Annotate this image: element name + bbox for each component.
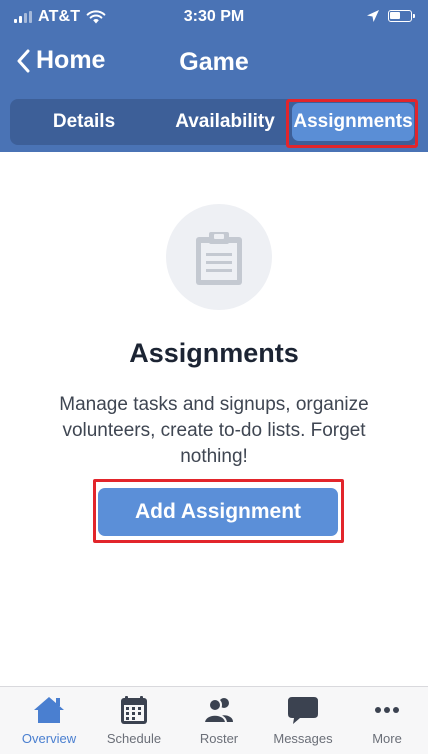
- add-assignment-button[interactable]: Add Assignment: [98, 488, 338, 536]
- bottom-tab-bar: Overview Schedule Roster Messages More: [0, 686, 428, 754]
- clipboard-icon: [196, 232, 242, 285]
- status-time: 3:30 PM: [183, 8, 245, 25]
- nav-item-more[interactable]: More: [344, 695, 428, 746]
- tab-assignments[interactable]: Assignments: [292, 103, 414, 141]
- battery-icon: [388, 10, 415, 22]
- status-bar: AT&T 3:30 PM: [0, 0, 428, 34]
- location-arrow-icon: [367, 10, 379, 22]
- nav-bar: Home Game: [0, 40, 428, 86]
- nav-label-schedule: Schedule: [106, 731, 162, 746]
- nav-item-overview[interactable]: Overview: [6, 695, 92, 746]
- back-label: Home: [36, 46, 106, 74]
- status-right: [366, 9, 415, 23]
- more-dots-icon: [375, 707, 399, 713]
- nav-item-messages[interactable]: Messages: [260, 695, 346, 746]
- empty-state-icon-circle: [166, 204, 272, 310]
- nav-item-roster[interactable]: Roster: [176, 695, 262, 746]
- empty-state-title: Assignments: [129, 338, 299, 368]
- nav-item-schedule[interactable]: Schedule: [91, 695, 177, 746]
- battery-level: [390, 12, 401, 19]
- back-button[interactable]: Home: [16, 46, 105, 75]
- empty-state-description: Manage tasks and signups, organize volun…: [59, 394, 369, 467]
- nav-label-roster: Roster: [199, 731, 239, 746]
- chevron-left-icon: [17, 49, 30, 72]
- header: AT&T 3:30 PM Home Game Details Availabil…: [0, 0, 428, 152]
- nav-label-overview: Overview: [21, 731, 77, 746]
- tab-details[interactable]: Details: [14, 103, 154, 141]
- nav-label-more: More: [372, 731, 402, 746]
- calendar-icon: [121, 696, 147, 724]
- home-icon: [34, 697, 64, 723]
- chat-bubble-icon: [288, 697, 318, 724]
- tab-availability[interactable]: Availability: [160, 103, 290, 141]
- app-screen: AT&T 3:30 PM Home Game Details Availabil…: [0, 0, 428, 754]
- segmented-tabs: Details Availability Assignments: [10, 99, 418, 145]
- people-icon: [202, 698, 233, 724]
- nav-label-messages: Messages: [273, 731, 333, 746]
